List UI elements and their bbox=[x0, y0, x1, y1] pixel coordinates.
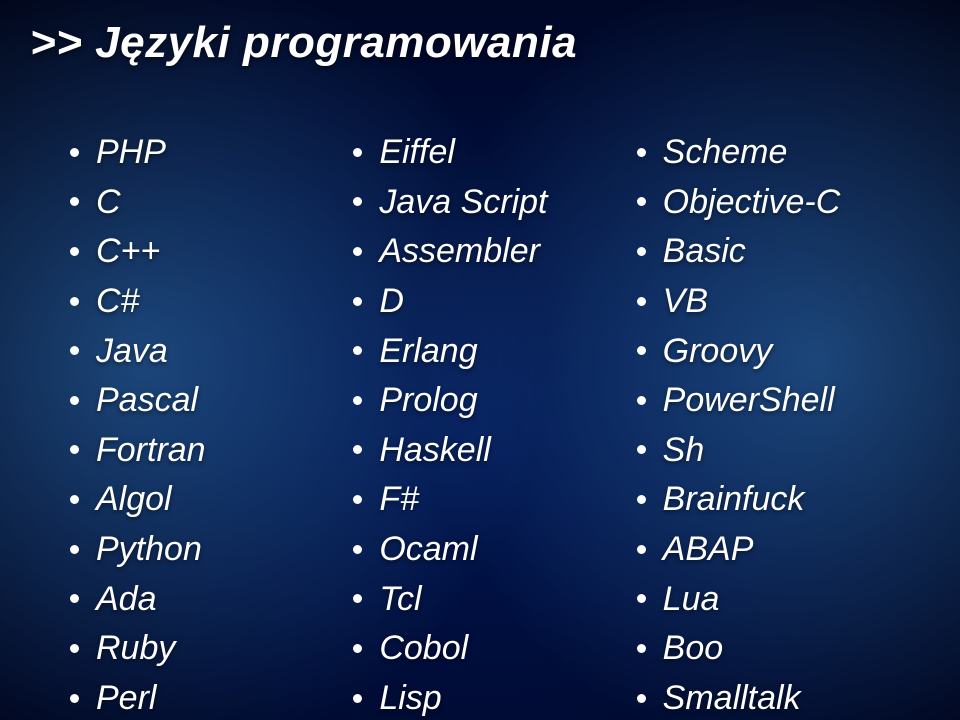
list-item: Cobol bbox=[353, 624, 636, 674]
list-3: Scheme Objective-C Basic VB Groovy Power… bbox=[637, 128, 920, 720]
list-item: Pascal bbox=[70, 376, 353, 426]
list-item: Groovy bbox=[637, 327, 920, 377]
list-item: Ada bbox=[70, 575, 353, 625]
list-item: Lisp bbox=[353, 674, 636, 720]
slide-title: >> Języki programowania bbox=[30, 18, 930, 68]
list-item: C++ bbox=[70, 227, 353, 277]
list-item: Fortran bbox=[70, 426, 353, 476]
list-item: D bbox=[353, 277, 636, 327]
title-text: Języki programowania bbox=[95, 18, 577, 67]
list-2: Eiffel Java Script Assembler D Erlang Pr… bbox=[353, 128, 636, 720]
column-3: Scheme Objective-C Basic VB Groovy Power… bbox=[637, 128, 920, 720]
list-item: Python bbox=[70, 525, 353, 575]
list-item: Eiffel bbox=[353, 128, 636, 178]
list-item: Prolog bbox=[353, 376, 636, 426]
list-item: Haskell bbox=[353, 426, 636, 476]
title-prefix: >> bbox=[30, 18, 95, 67]
list-item: Assembler bbox=[353, 227, 636, 277]
list-item: PHP bbox=[70, 128, 353, 178]
list-item: Smalltalk bbox=[637, 674, 920, 720]
list-item: C bbox=[70, 178, 353, 228]
list-item: Basic bbox=[637, 227, 920, 277]
list-item: C# bbox=[70, 277, 353, 327]
list-1: PHP C C++ C# Java Pascal Fortran Algol P… bbox=[70, 128, 353, 720]
list-item: Scheme bbox=[637, 128, 920, 178]
list-item: Algol bbox=[70, 475, 353, 525]
list-item: Ocaml bbox=[353, 525, 636, 575]
list-item: ABAP bbox=[637, 525, 920, 575]
list-item: Objective-C bbox=[637, 178, 920, 228]
column-1: PHP C C++ C# Java Pascal Fortran Algol P… bbox=[70, 128, 353, 720]
list-item: F# bbox=[353, 475, 636, 525]
column-2: Eiffel Java Script Assembler D Erlang Pr… bbox=[353, 128, 636, 720]
list-item: Lua bbox=[637, 575, 920, 625]
slide: >> Języki programowania PHP C C++ C# Jav… bbox=[0, 0, 960, 720]
list-item: Ruby bbox=[70, 624, 353, 674]
columns-container: PHP C C++ C# Java Pascal Fortran Algol P… bbox=[30, 128, 930, 720]
list-item: PowerShell bbox=[637, 376, 920, 426]
list-item: Java Script bbox=[353, 178, 636, 228]
list-item: Sh bbox=[637, 426, 920, 476]
list-item: Boo bbox=[637, 624, 920, 674]
list-item: VB bbox=[637, 277, 920, 327]
list-item: Perl bbox=[70, 674, 353, 720]
list-item: Java bbox=[70, 327, 353, 377]
list-item: Erlang bbox=[353, 327, 636, 377]
list-item: Tcl bbox=[353, 575, 636, 625]
list-item: Brainfuck bbox=[637, 475, 920, 525]
